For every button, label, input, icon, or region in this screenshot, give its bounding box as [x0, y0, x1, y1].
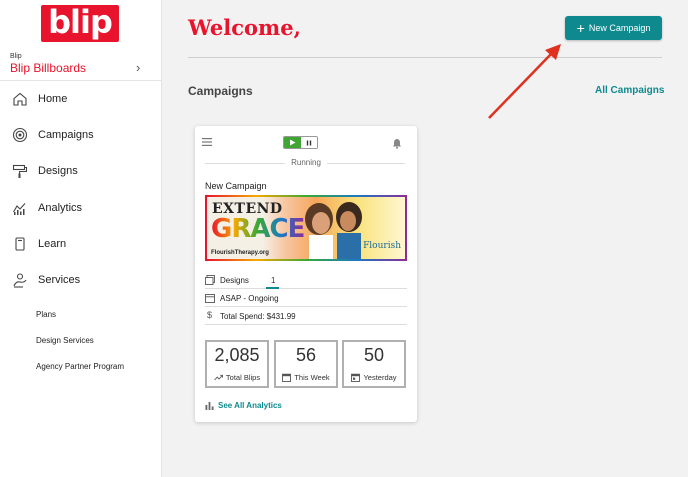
status-text: Running [285, 158, 327, 167]
dollar-icon: $ [207, 310, 213, 320]
sidebar-subitem-agency-partner-program[interactable]: Agency Partner Program [36, 362, 124, 371]
designs-count: 1 [271, 276, 276, 285]
designs-count-underline [266, 287, 279, 289]
stat-total-blips: 2,085 Total Blips [205, 340, 269, 388]
sidebar-item-learn[interactable]: Learn [0, 228, 161, 260]
calendar-day-icon [351, 373, 361, 382]
calendar-icon [205, 294, 215, 303]
stat-label: Yesterday [363, 373, 397, 382]
stat-label: Total Blips [225, 373, 261, 382]
banner-photo [305, 202, 362, 259]
sidebar-item-label: Learn [38, 238, 67, 250]
pause-icon[interactable] [301, 137, 317, 148]
banner-url: FlourishTherapy.org [211, 250, 269, 256]
book-icon [12, 236, 28, 252]
play-pause-toggle[interactable] [283, 136, 318, 149]
sidebar-item-label: Campaigns [38, 129, 94, 141]
bell-icon[interactable] [392, 138, 402, 149]
paint-roller-icon [12, 163, 28, 179]
account-name[interactable]: Blip Billboards [10, 61, 86, 75]
stat-label: This Week [294, 373, 330, 382]
target-icon [12, 127, 28, 143]
sidebar-item-label: Designs [38, 165, 78, 177]
all-campaigns-link[interactable]: All Campaigns [595, 85, 664, 96]
analytics-icon [12, 200, 28, 216]
schedule-row: ASAP - Ongoing [205, 290, 407, 307]
bar-chart-icon [205, 402, 214, 410]
new-campaign-button-label: New Campaign [588, 23, 651, 33]
trending-up-icon [214, 374, 223, 381]
campaign-title[interactable]: New Campaign [205, 181, 267, 191]
sidebar-divider [0, 80, 161, 81]
chevron-right-icon[interactable]: › [136, 60, 140, 75]
account-label: Blip [10, 53, 22, 60]
see-all-analytics-label: See All Analytics [218, 401, 282, 410]
sidebar-subitem-plans[interactable]: Plans [36, 310, 56, 319]
campaign-card[interactable]: Running New Campaign EXTEND GRACE Flouri… [195, 126, 417, 422]
plus-icon: + [576, 20, 585, 36]
total-spend-text: Total Spend: $431.99 [220, 312, 296, 321]
designs-label: Designs [220, 276, 249, 285]
see-all-analytics-link[interactable]: See All Analytics [205, 401, 282, 410]
blip-logo[interactable]: blip [41, 5, 119, 42]
stat-value: 56 [295, 345, 317, 365]
sidebar-item-analytics[interactable]: Analytics [0, 192, 161, 224]
sidebar-item-services[interactable]: Services [0, 264, 161, 296]
new-campaign-button[interactable]: + New Campaign [565, 16, 662, 40]
header-divider [188, 57, 662, 58]
stat-this-week: 56 This Week [274, 340, 338, 388]
menu-icon[interactable] [202, 138, 212, 146]
total-spend-row: $ Total Spend: $431.99 [205, 308, 407, 325]
play-icon[interactable] [284, 137, 301, 148]
sidebar-item-designs[interactable]: Designs [0, 155, 161, 187]
sidebar-item-label: Services [38, 274, 81, 286]
page-title: Welcome, [188, 15, 301, 40]
campaigns-heading: Campaigns [188, 84, 253, 98]
sidebar-subitem-design-services[interactable]: Design Services [36, 336, 94, 345]
banner-brand: Flourish [363, 241, 401, 251]
stat-value: 50 [363, 345, 385, 365]
home-icon [12, 91, 28, 107]
sidebar-item-campaigns[interactable]: Campaigns [0, 119, 161, 151]
stat-yesterday: 50 Yesterday [342, 340, 406, 388]
stat-value: 2,085 [214, 345, 260, 365]
sidebar: blip Blip Blip Billboards › Home Campaig… [0, 0, 162, 477]
campaign-design-image[interactable]: EXTEND GRACE FlourishTherapy.org Flouris… [205, 195, 407, 261]
sidebar-item-label: Home [38, 93, 68, 105]
schedule-text: ASAP - Ongoing [220, 294, 279, 303]
layers-icon [205, 275, 215, 285]
sidebar-item-home[interactable]: Home [0, 83, 161, 115]
sidebar-item-label: Analytics [38, 202, 83, 214]
services-icon [12, 272, 28, 288]
calendar-icon [282, 373, 292, 382]
designs-row[interactable]: Designs 1 [205, 272, 407, 289]
